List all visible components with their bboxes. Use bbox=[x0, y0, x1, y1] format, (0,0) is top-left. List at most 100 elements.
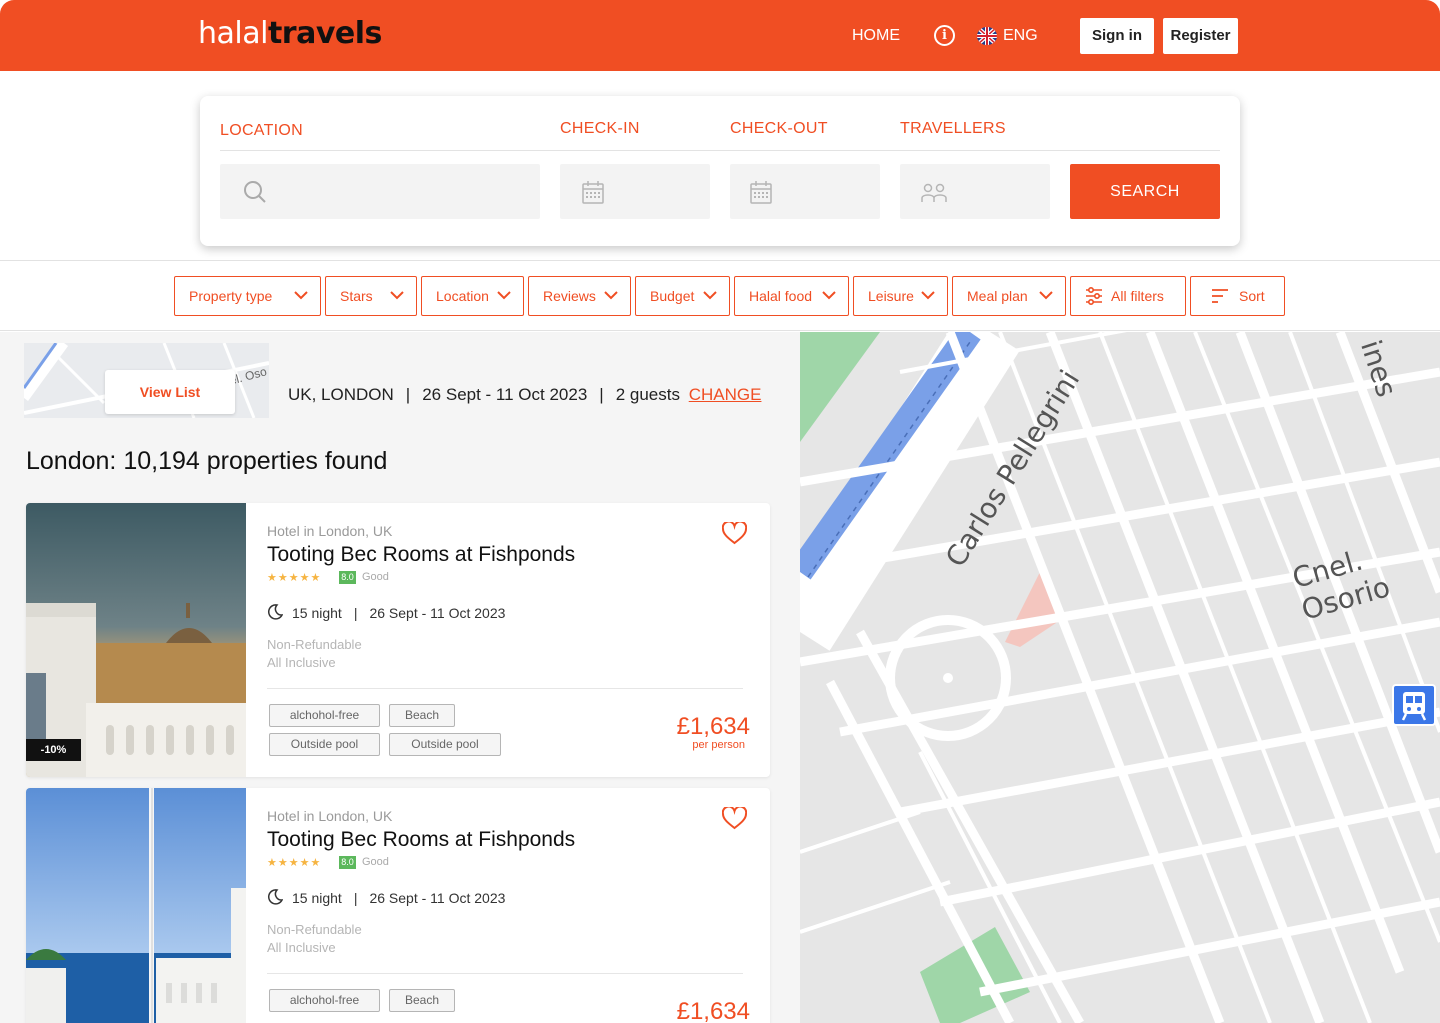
card-divider bbox=[267, 688, 743, 689]
heart-icon[interactable] bbox=[722, 522, 747, 545]
amenity-tag: alchohol-free bbox=[269, 989, 380, 1012]
filter-label: Location bbox=[436, 288, 489, 304]
nav-home-link[interactable]: HOME bbox=[852, 27, 900, 45]
logo-bold: travels bbox=[267, 16, 382, 51]
amenity-tag: alchohol-free bbox=[269, 704, 380, 727]
logo[interactable]: halaltravels bbox=[198, 16, 382, 51]
review-score: 8.0 bbox=[339, 856, 356, 869]
checkout-label: CHECK-OUT bbox=[730, 120, 828, 137]
checkout-input[interactable] bbox=[730, 164, 880, 219]
card-divider bbox=[267, 973, 743, 974]
review-score: 8.0 bbox=[339, 571, 356, 584]
filter-reviews[interactable]: Reviews bbox=[528, 276, 631, 316]
filter-label: Stars bbox=[340, 288, 373, 304]
filter-label: Sort bbox=[1239, 288, 1265, 304]
price-unit: per person bbox=[692, 739, 745, 751]
hotel-card[interactable]: Hotel in London, UK Tooting Bec Rooms at… bbox=[26, 788, 770, 1023]
heart-icon[interactable] bbox=[722, 807, 747, 830]
filter-meal-plan[interactable]: Meal plan bbox=[952, 276, 1066, 316]
search-icon bbox=[244, 181, 266, 203]
filter-leisure[interactable]: Leisure bbox=[853, 276, 948, 316]
chevron-down-icon bbox=[390, 291, 404, 300]
travellers-input[interactable] bbox=[900, 164, 1050, 219]
travellers-label: TRAVELLERS bbox=[900, 120, 1006, 137]
filter-property-type[interactable]: Property type bbox=[174, 276, 321, 316]
filter-location[interactable]: Location bbox=[421, 276, 524, 316]
sliders-icon bbox=[1086, 287, 1102, 305]
checkin-input[interactable] bbox=[560, 164, 710, 219]
review-label: Good bbox=[362, 571, 389, 583]
board-type: All Inclusive bbox=[267, 655, 336, 670]
moon-icon bbox=[267, 604, 283, 620]
chevron-down-icon bbox=[294, 291, 308, 300]
checkin-label: CHECK-IN bbox=[560, 120, 640, 137]
filter-label: Property type bbox=[189, 288, 273, 304]
amenity-tag: Beach bbox=[389, 989, 455, 1012]
info-icon[interactable]: i bbox=[934, 25, 955, 46]
chevron-down-icon bbox=[703, 291, 717, 300]
sort-button[interactable]: Sort bbox=[1190, 276, 1285, 316]
mini-map[interactable]: Cnel. Oso View List bbox=[24, 343, 269, 418]
top-header: halaltravels HOME i ENG Sign in Register bbox=[0, 0, 1440, 71]
search-button[interactable]: SEARCH bbox=[1070, 164, 1220, 219]
search-divider bbox=[220, 150, 1220, 151]
hotel-image[interactable] bbox=[26, 788, 246, 1023]
discount-badge: -10% bbox=[26, 739, 81, 761]
sort-icon bbox=[1212, 289, 1228, 303]
language-selector[interactable]: ENG bbox=[1003, 27, 1038, 45]
results-panel: Cnel. Oso View List UK, LONDON | 26 Sept -… bbox=[0, 332, 800, 1023]
hotel-name[interactable]: Tooting Bec Rooms at Fishponds bbox=[267, 828, 575, 852]
star-rating: ★★★★★ bbox=[267, 857, 322, 869]
refund-policy: Non-Refundable bbox=[267, 637, 362, 652]
hotel-image[interactable]: -10% bbox=[26, 503, 246, 777]
amenity-tag: Beach bbox=[389, 704, 455, 727]
filter-label: All filters bbox=[1111, 288, 1164, 304]
view-list-button[interactable]: View List bbox=[105, 370, 235, 414]
summary-guests: 2 guests bbox=[615, 385, 680, 404]
amenity-tag: Outside pool bbox=[389, 733, 501, 756]
filter-budget[interactable]: Budget bbox=[635, 276, 730, 316]
filter-bar: Property type Stars Location Reviews Bud… bbox=[0, 261, 1440, 331]
logo-light: halal bbox=[198, 16, 268, 51]
filter-halal-food[interactable]: Halal food bbox=[734, 276, 849, 316]
sign-in-button[interactable]: Sign in bbox=[1080, 18, 1154, 54]
location-label: LOCATION bbox=[220, 122, 304, 139]
star-rating: ★★★★★ bbox=[267, 572, 322, 584]
filter-label: Halal food bbox=[749, 288, 813, 304]
chevron-down-icon bbox=[822, 291, 836, 300]
board-type: All Inclusive bbox=[267, 940, 336, 955]
hotel-type: Hotel in London, UK bbox=[267, 523, 393, 539]
hotel-name[interactable]: Tooting Bec Rooms at Fishponds bbox=[267, 543, 575, 567]
price: £1,634 bbox=[676, 998, 750, 1023]
refund-policy: Non-Refundable bbox=[267, 922, 362, 937]
location-input[interactable] bbox=[220, 164, 540, 219]
filter-label: Leisure bbox=[868, 288, 914, 304]
uk-flag-icon[interactable] bbox=[977, 27, 997, 45]
summary-location: UK, LONDON bbox=[288, 385, 394, 404]
change-link[interactable]: CHANGE bbox=[689, 385, 762, 404]
filter-stars[interactable]: Stars bbox=[325, 276, 417, 316]
moon-icon bbox=[267, 889, 283, 905]
summary-dates: 26 Sept - 11 Oct 2023 bbox=[422, 385, 588, 404]
transit-icon[interactable] bbox=[1392, 684, 1436, 726]
filter-label: Budget bbox=[650, 288, 695, 304]
amenity-tag: Outside pool bbox=[269, 733, 380, 756]
stay-info: 15 night | 26 Sept - 11 Oct 2023 bbox=[292, 890, 506, 906]
chevron-down-icon bbox=[1039, 291, 1053, 300]
search-summary: UK, LONDON | 26 Sept - 11 Oct 2023 | 2 guest… bbox=[288, 385, 762, 404]
hotel-card[interactable]: -10% Hotel in London, UK Tooting Bec Roo… bbox=[26, 503, 770, 777]
filter-label: Meal plan bbox=[967, 288, 1028, 304]
people-icon bbox=[921, 183, 947, 202]
map-view[interactable]: Carlos Pellegrini Cnel. Osorio ines bbox=[800, 332, 1440, 1023]
map-canvas bbox=[800, 332, 1440, 1023]
search-panel: LOCATION CHECK-IN CHECK-OUT TRAVELLERS S… bbox=[200, 96, 1240, 246]
stay-dates: 26 Sept - 11 Oct 2023 bbox=[369, 890, 506, 906]
chevron-down-icon bbox=[921, 291, 935, 300]
stay-info: 15 night | 26 Sept - 11 Oct 2023 bbox=[292, 605, 506, 621]
calendar-icon bbox=[582, 181, 604, 204]
register-button[interactable]: Register bbox=[1163, 18, 1238, 54]
nights: 15 night bbox=[292, 890, 342, 906]
all-filters-button[interactable]: All filters bbox=[1070, 276, 1186, 316]
filter-label: Reviews bbox=[543, 288, 596, 304]
nights: 15 night bbox=[292, 605, 342, 621]
